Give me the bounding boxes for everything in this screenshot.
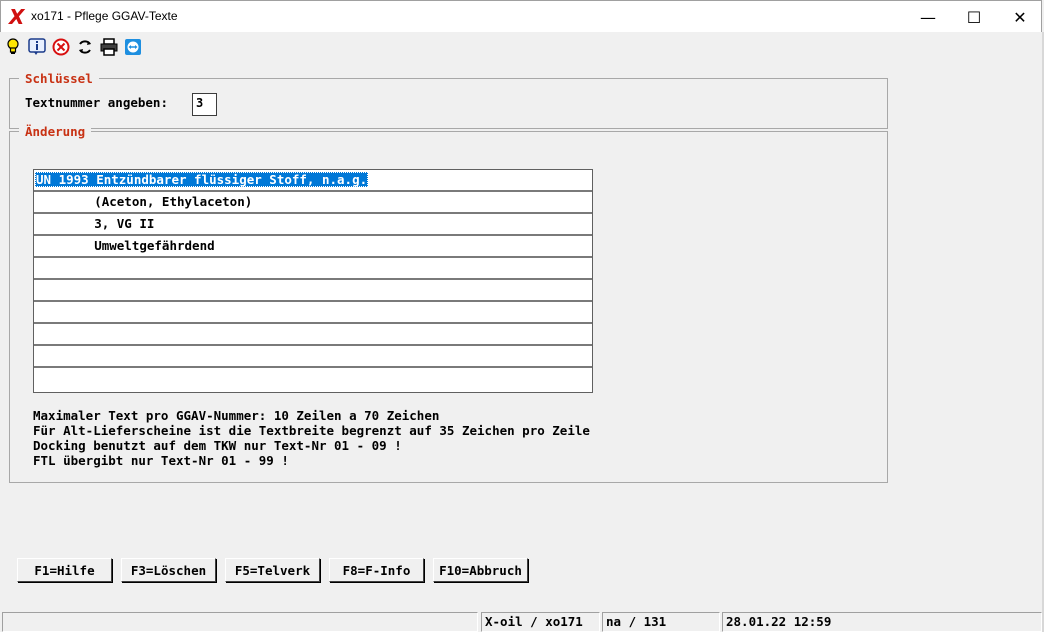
text-number-label: Textnummer angeben:	[25, 95, 168, 110]
minimize-button[interactable]: —	[905, 1, 951, 33]
app-logo-icon: X	[9, 5, 25, 29]
refresh-icon[interactable]	[76, 38, 94, 56]
status-bar: X-oil / xo171 na / 131 28.01.22 12:59	[0, 610, 1044, 632]
status-user: na / 131	[602, 612, 720, 632]
text-line-3[interactable]: 3, VG II	[34, 214, 592, 236]
info-line-2: Für Alt-Lieferscheine ist die Textbreite…	[33, 423, 590, 438]
text-number-input[interactable]: 3	[192, 93, 217, 116]
text-line-5[interactable]	[34, 258, 592, 280]
text-line-8[interactable]	[34, 324, 592, 346]
status-cell-empty	[2, 612, 478, 632]
f1-help-button[interactable]: F1=Hilfe	[17, 558, 112, 582]
info-text: Maximaler Text pro GGAV-Nummer: 10 Zeile…	[33, 408, 590, 468]
f10-cancel-button[interactable]: F10=Abbruch	[433, 558, 528, 582]
text-line-1-value[interactable]: UN 1993 Entzündbarer flüssiger Stoff, n.…	[35, 172, 369, 187]
change-group-label: Änderung	[19, 124, 92, 139]
f8-info-button[interactable]: F8=F-Info	[329, 558, 424, 582]
toolbar	[0, 32, 1044, 60]
cancel-icon[interactable]	[52, 38, 70, 56]
f3-delete-button[interactable]: F3=Löschen	[121, 558, 216, 582]
text-line-4[interactable]: Umweltgefährdend	[34, 236, 592, 258]
status-app: X-oil / xo171	[481, 612, 600, 632]
text-line-2[interactable]: (Aceton, Ethylaceton)	[34, 192, 592, 214]
print-icon[interactable]	[100, 38, 118, 56]
teamviewer-icon[interactable]	[124, 38, 142, 56]
text-line-9[interactable]	[34, 346, 592, 368]
f5-telverk-button[interactable]: F5=Telverk	[225, 558, 320, 582]
window-title: xo171 - Pflege GGAV-Texte	[31, 9, 178, 23]
key-group-label: Schlüssel	[19, 71, 99, 86]
close-button[interactable]: ✕	[997, 1, 1043, 33]
info-icon[interactable]	[28, 38, 46, 56]
info-line-4: FTL übergibt nur Text-Nr 01 - 99 !	[33, 453, 289, 468]
info-line-1: Maximaler Text pro GGAV-Nummer: 10 Zeile…	[33, 408, 440, 423]
text-line-6[interactable]	[34, 280, 592, 302]
status-datetime: 28.01.22 12:59	[722, 612, 1042, 632]
text-line-7[interactable]	[34, 302, 592, 324]
lightbulb-icon[interactable]	[4, 38, 22, 56]
title-bar: X xo171 - Pflege GGAV-Texte — ☐ ✕	[0, 0, 1042, 32]
maximize-button[interactable]: ☐	[951, 1, 997, 33]
text-line-10[interactable]	[34, 368, 592, 390]
text-lines-grid: UN 1993 Entzündbarer flüssiger Stoff, n.…	[33, 169, 593, 393]
info-line-3: Docking benutzt auf dem TKW nur Text-Nr …	[33, 438, 402, 453]
text-line-1[interactable]: UN 1993 Entzündbarer flüssiger Stoff, n.…	[34, 170, 592, 192]
